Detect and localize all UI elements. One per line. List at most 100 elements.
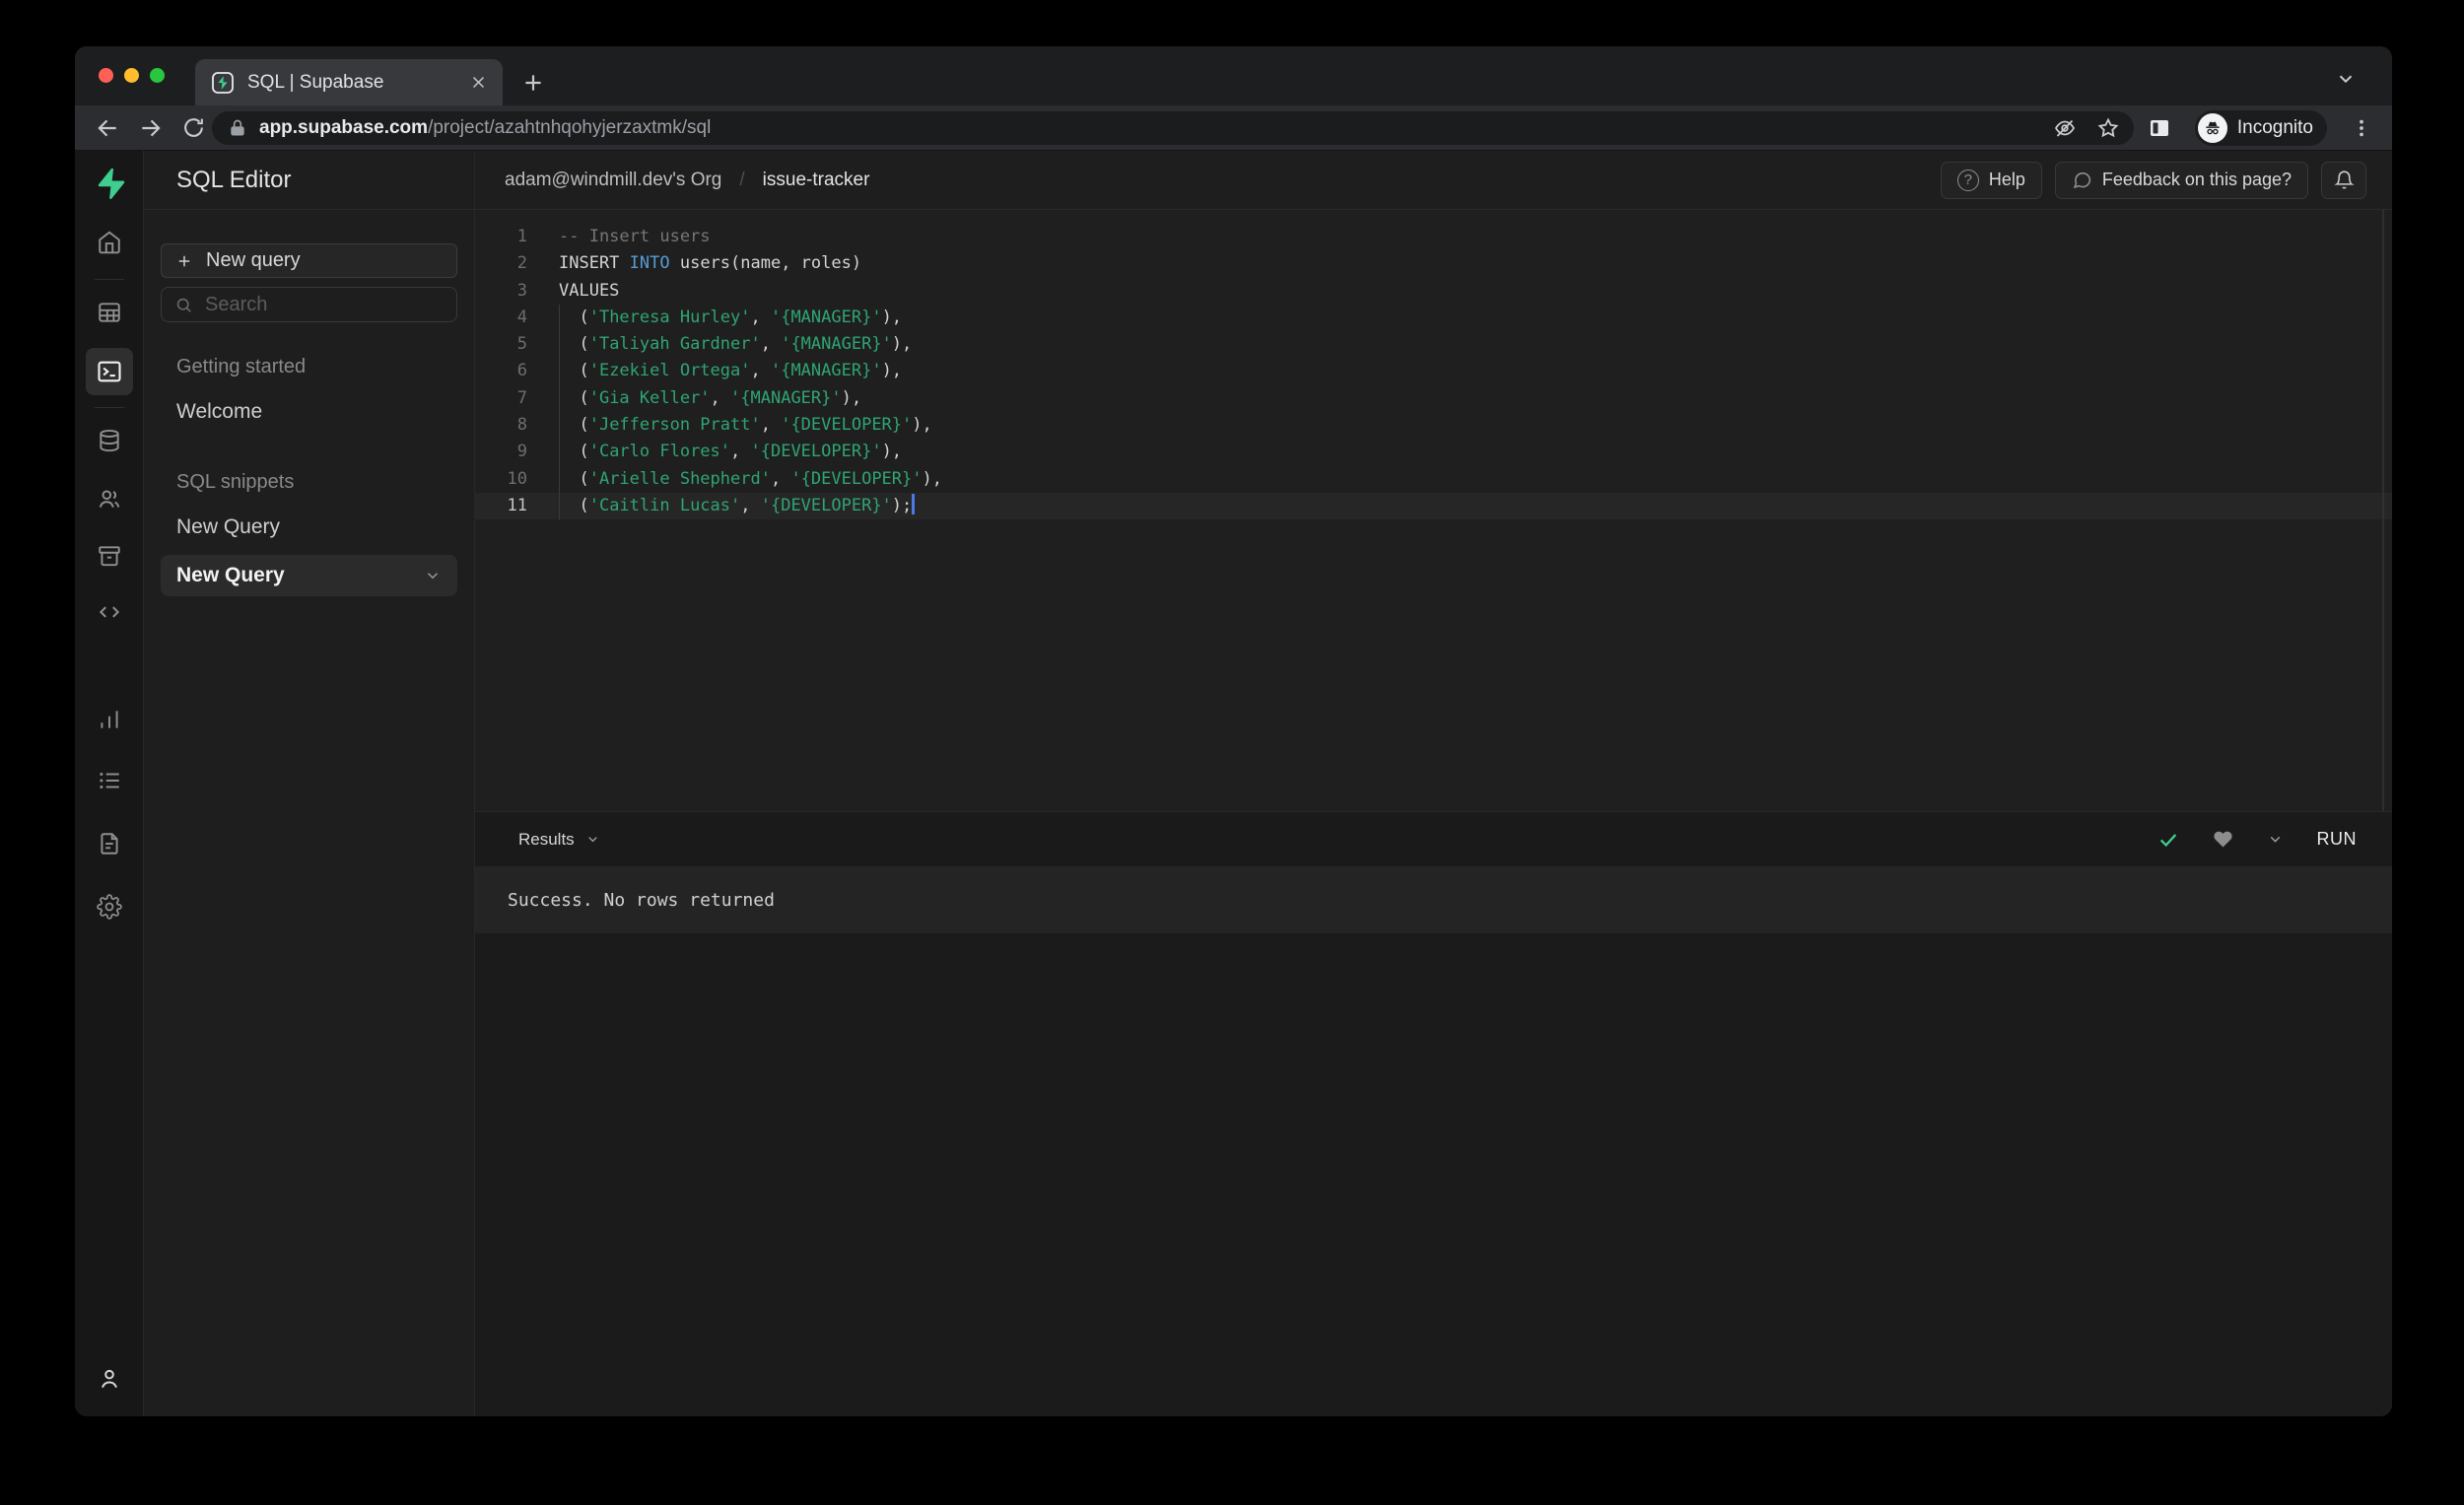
url-bar[interactable]: app.supabase.com/project/azahtnhqohyjerz… [212,110,2134,145]
close-tab-icon[interactable] [470,74,487,91]
home-icon[interactable] [90,223,129,262]
code-line[interactable]: 5 ('Taliyah Gardner', '{MANAGER}'), [475,331,2392,358]
help-button-label: Help [1988,170,2025,189]
success-message: Success. No rows returned [508,889,775,911]
sql-editor-sidebar: SQL Editor New query Getting started Wel… [144,151,475,1416]
line-number: 8 [516,415,527,436]
tab-strip: SQL | Supabase [75,46,2392,105]
indent-guide [559,305,560,520]
refresh-icon[interactable] [181,115,206,140]
line-number: 4 [516,307,527,327]
tab-search-chevron-icon[interactable] [2335,68,2357,90]
close-window-button[interactable] [99,68,113,83]
favicon-supabase-icon [211,71,235,95]
results-message-band: Success. No rows returned [475,866,2392,933]
account-icon[interactable] [90,1359,129,1399]
code-text: INSERT INTO users(name, roles) [559,253,862,274]
saved-check-icon [2159,833,2176,847]
code-line[interactable]: 7 ('Gia Keller', '{MANAGER}'), [475,385,2392,412]
sql-code-editor[interactable]: 1 -- Insert users 2 INSERT INTO users(name,… [475,210,2392,812]
bell-icon [2333,171,2355,189]
code-text: ('Caitlin Lucas', '{DEVELOPER}'); [559,493,915,519]
search-input[interactable] [205,293,402,316]
breadcrumb-org[interactable]: adam@windmill.dev's Org [505,170,721,191]
editor-lines: 1 -- Insert users 2 INSERT INTO users(name,… [475,224,2392,520]
database-icon[interactable] [90,421,129,460]
code-line[interactable]: 1 -- Insert users [475,224,2392,250]
url-domain: app.supabase.com [259,116,429,138]
eye-off-icon[interactable] [2053,116,2077,140]
code-line[interactable]: 6 ('Ezekiel Ortega', '{MANAGER}'), [475,358,2392,384]
bookmark-star-icon[interactable] [2096,116,2120,140]
line-number: 6 [516,361,527,381]
search-box[interactable] [161,287,457,322]
maximize-window-button[interactable] [150,68,165,83]
reports-icon[interactable] [90,700,129,739]
url-path: /project/azahtnhqohyjerzaxtmk/sql [428,116,712,138]
browser-window: SQL | Supabase app.supabase.com/project/… [75,46,2392,1416]
minimize-window-button[interactable] [124,68,139,83]
rail-divider [95,407,124,408]
side-panel-icon[interactable] [2148,116,2171,140]
section-label-sql-snippets: SQL snippets [176,471,295,493]
main-header: adam@windmill.dev's Org / issue-tracker … [475,151,2392,210]
table-editor-icon[interactable] [90,293,129,332]
chat-bubble-icon [2073,171,2091,189]
line-number: 10 [507,468,527,489]
sidebar-item-new-query[interactable]: New Query [161,515,457,539]
code-line[interactable]: 8 ('Jefferson Pratt', '{DEVELOPER}'), [475,412,2392,439]
run-options-chevron-icon[interactable] [2267,831,2284,848]
sql-editor-icon[interactable] [85,348,133,395]
browser-menu-icon[interactable] [2351,117,2372,139]
supabase-logo-icon[interactable] [90,164,129,203]
code-text: ('Ezekiel Ortega', '{MANAGER}'), [559,361,903,381]
tab-title: SQL | Supabase [247,71,384,93]
storage-icon[interactable] [90,536,129,576]
favorite-heart-icon[interactable] [2213,829,2233,850]
back-icon[interactable] [95,115,120,141]
results-toolbar: Results RUN [475,812,2392,866]
code-line[interactable]: 11 ('Caitlin Lucas', '{DEVELOPER}'); [475,492,2392,520]
nav-rail [75,151,144,1416]
line-number: 9 [516,442,527,462]
code-line[interactable]: 2 INSERT INTO users(name, roles) [475,250,2392,277]
new-query-button[interactable]: New query [161,243,457,278]
sidebar-item-new-query-active[interactable]: New Query [161,555,457,596]
line-number: 11 [507,495,527,515]
incognito-label: Incognito [2236,116,2313,138]
logs-icon[interactable] [90,761,129,800]
code-line[interactable]: 10 ('Arielle Shepherd', '{DEVELOPER}'), [475,466,2392,493]
incognito-badge: Incognito [2194,109,2327,146]
notifications-button[interactable] [2321,161,2366,199]
run-button[interactable]: RUN [2317,829,2358,850]
chevron-down-icon[interactable] [424,567,442,584]
code-line[interactable]: 9 ('Carlo Flores', '{DEVELOPER}'), [475,439,2392,465]
sidebar-item-welcome[interactable]: Welcome [161,400,457,424]
new-tab-icon[interactable] [520,70,546,96]
line-number: 3 [516,280,527,301]
rail-divider [95,279,124,280]
browser-tab[interactable]: SQL | Supabase [195,59,503,105]
results-dropdown[interactable]: Results [518,830,600,850]
new-query-button-label: New query [206,249,301,271]
line-number: 5 [516,334,527,355]
help-button[interactable]: ? Help [1940,161,2042,199]
code-line[interactable]: 3 VALUES [475,278,2392,305]
feedback-button[interactable]: Feedback on this page? [2054,161,2308,199]
breadcrumb-project[interactable]: issue-tracker [763,170,870,191]
help-icon: ? [1956,169,1979,191]
code-text: ('Jefferson Pratt', '{DEVELOPER}'), [559,415,932,436]
settings-icon[interactable] [90,887,129,926]
editor-scrollbar[interactable] [2382,210,2384,811]
edge-functions-icon[interactable] [90,592,129,632]
sidebar-item-label: New Query [176,564,285,586]
code-text: ('Gia Keller', '{MANAGER}'), [559,387,862,408]
code-text: VALUES [559,280,620,301]
forward-icon[interactable] [138,115,164,141]
code-text: ('Taliyah Gardner', '{MANAGER}'), [559,334,913,355]
api-docs-icon[interactable] [90,824,129,863]
code-line[interactable]: 4 ('Theresa Hurley', '{MANAGER}'), [475,305,2392,331]
authentication-icon[interactable] [90,479,129,518]
code-text: ('Carlo Flores', '{DEVELOPER}'), [559,442,903,462]
line-number: 1 [516,227,527,246]
